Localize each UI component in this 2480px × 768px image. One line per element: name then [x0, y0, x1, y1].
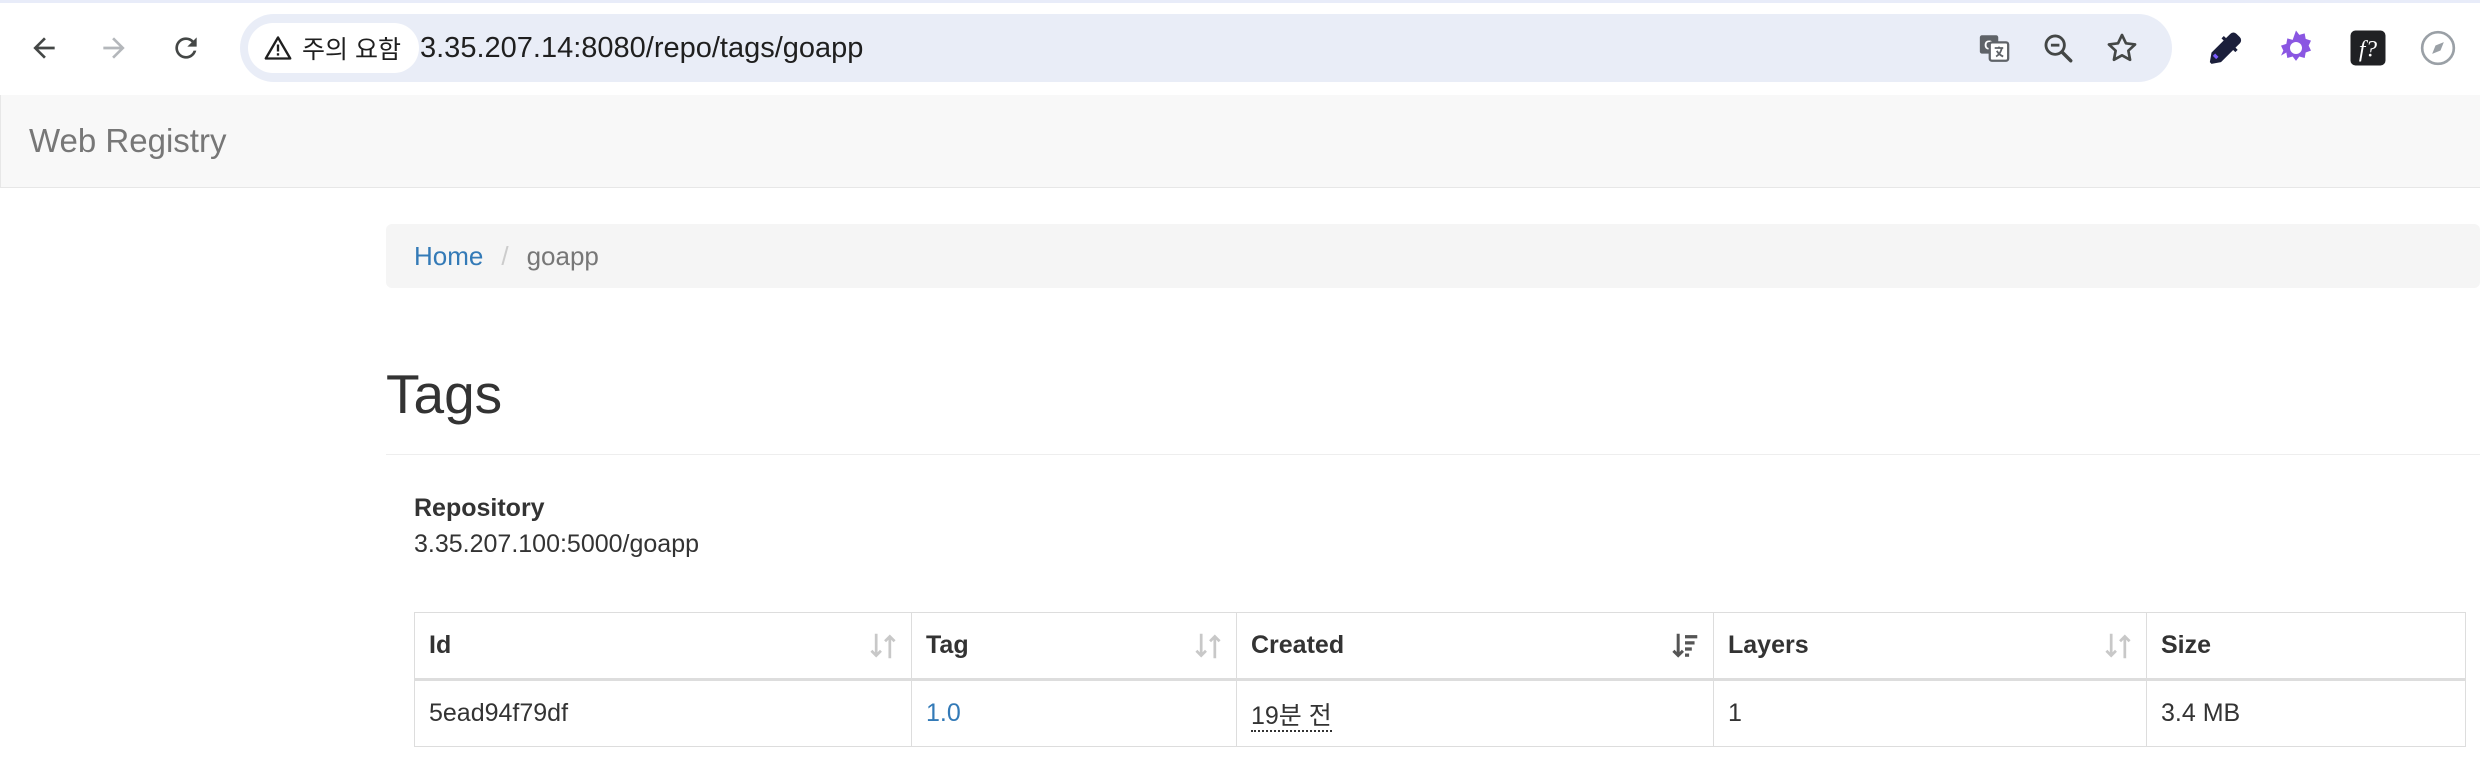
sort-descending-icon	[1672, 633, 1698, 658]
warning-icon	[264, 36, 292, 60]
cell-size: 3.4 MB	[2146, 679, 2466, 747]
column-header-layers[interactable]: Layers	[1713, 612, 2147, 681]
svg-text:f?: f?	[2359, 36, 2377, 62]
column-header-label: Created	[1251, 631, 1345, 659]
tag-link[interactable]: 1.0	[926, 699, 961, 727]
reload-button[interactable]	[158, 20, 214, 76]
arrow-left-icon	[33, 37, 55, 59]
sort-unsorted-icon	[2105, 633, 2131, 659]
tags-table: Id Tag Created Layers Size 5ead94f79df 1…	[414, 612, 2466, 747]
breadcrumb-current: goapp	[526, 240, 599, 271]
breadcrumb-separator: /	[501, 240, 509, 271]
table-row: 5ead94f79df 1.0 19분 전 1 3.4 MB	[414, 679, 2466, 747]
cell-created: 19분 전	[1236, 679, 1714, 747]
column-header-tag[interactable]: Tag	[911, 612, 1237, 681]
back-button[interactable]	[16, 20, 72, 76]
column-header-label: Size	[2161, 631, 2212, 659]
page-title: Tags	[386, 363, 503, 425]
forward-button[interactable]	[86, 20, 142, 76]
cell-id: 5ead94f79df	[414, 679, 912, 747]
column-header-label: Layers	[1728, 631, 1809, 659]
reload-icon	[175, 37, 197, 59]
sort-unsorted-icon	[870, 633, 896, 659]
security-label: 주의 요함	[302, 36, 401, 64]
sort-unsorted-icon	[1195, 633, 1221, 659]
breadcrumb: Home / goapp	[386, 224, 2480, 288]
column-header-created[interactable]: Created	[1236, 612, 1714, 681]
security-chip[interactable]: 주의 요함	[248, 23, 419, 73]
cell-layers: 1	[1713, 679, 2147, 747]
eyedropper-extension-icon[interactable]	[2200, 24, 2248, 72]
translate-icon[interactable]: G	[1974, 28, 2014, 68]
url-text[interactable]: 3.35.207.14:8080/repo/tags/goapp	[420, 14, 863, 82]
font-inspector-extension-icon[interactable]: f?	[2344, 24, 2392, 72]
compass-extension-icon[interactable]	[2414, 24, 2462, 72]
repository-value: 3.35.207.100:5000/goapp	[414, 530, 699, 558]
cell-tag: 1.0	[911, 679, 1237, 747]
column-header-id[interactable]: Id	[414, 612, 912, 681]
address-bar[interactable]: 주의 요함 3.35.207.14:8080/repo/tags/goapp G	[240, 14, 2172, 82]
navbar-brand[interactable]: Web Registry	[29, 95, 226, 187]
column-header-label: Tag	[926, 631, 969, 659]
table-header-row: Id Tag Created Layers Size	[414, 612, 2466, 681]
column-header-label: Id	[429, 631, 452, 659]
breadcrumb-home-link[interactable]: Home	[414, 241, 483, 272]
page-header: Tags	[386, 344, 2480, 455]
column-header-size[interactable]: Size	[2146, 612, 2466, 681]
browser-toolbar: 주의 요함 3.35.207.14:8080/repo/tags/goapp G	[0, 0, 2480, 96]
bookmark-star-icon[interactable]	[2102, 28, 2142, 68]
repository-label: Repository	[414, 494, 545, 522]
created-relative-time[interactable]: 19분 전	[1251, 701, 1332, 732]
gear-extension-icon[interactable]	[2272, 24, 2320, 72]
app-navbar: Web Registry	[0, 95, 2480, 188]
zoom-out-icon[interactable]	[2038, 28, 2078, 68]
tab-strip	[0, 0, 2480, 3]
arrow-right-icon	[103, 37, 125, 59]
